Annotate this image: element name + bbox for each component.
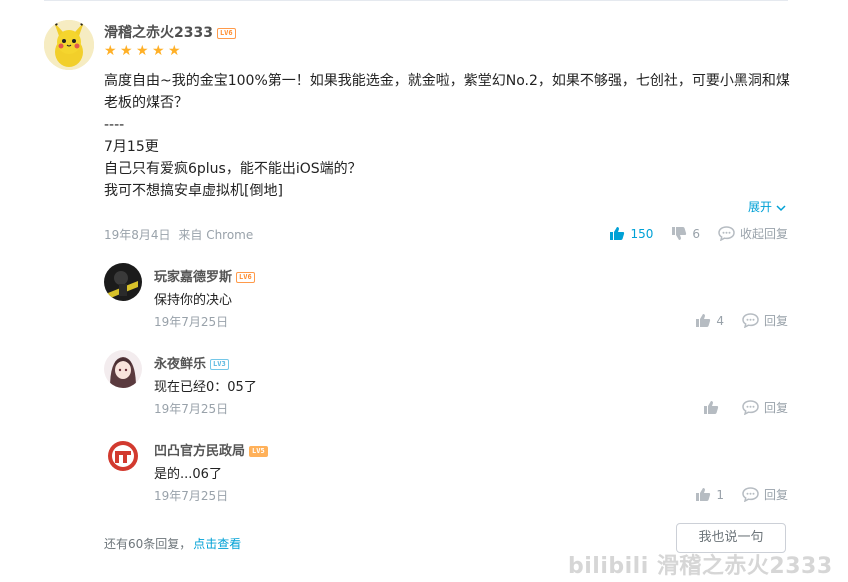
expand-link[interactable]: 展开 (748, 198, 786, 215)
thumb-up-icon (696, 314, 711, 327)
collapse-reply-label[interactable]: 收起回复 (740, 225, 788, 242)
like-button[interactable]: 1 (695, 487, 724, 502)
like-button[interactable] (703, 400, 724, 415)
top-divider (44, 0, 788, 1)
level-badge: LV5 (249, 446, 268, 457)
rating-stars: ★ ★ ★ ★ ★ (104, 44, 182, 58)
reply-label[interactable]: 回复 (764, 486, 788, 503)
content-line: 7月15更 (104, 139, 159, 155)
comment-source: 来自 Chrome (178, 228, 254, 242)
thumb-up-icon (610, 227, 625, 240)
content-line: 自己只有爱疯6plus，能不能出iOS端的？ (104, 161, 362, 177)
main-username[interactable]: 滑稽之赤火2333 LV6 (104, 22, 236, 42)
reply-username[interactable]: 玩家嘉德罗斯 LV6 (154, 266, 255, 285)
reply-label[interactable]: 回复 (764, 399, 788, 416)
thumb-up-icon (703, 401, 719, 414)
level-badge: LV6 (216, 27, 236, 39)
more-replies-text: 还有60条回复， (104, 537, 192, 551)
comment-bubble-icon (742, 313, 759, 328)
reply-avatar[interactable] (104, 437, 142, 475)
main-comment-actions: 150 6 收起回复 (591, 225, 788, 242)
collapse-reply-button[interactable]: 收起回复 (718, 225, 788, 242)
comment-bubble-icon (718, 226, 735, 241)
thumb-up-icon (696, 488, 711, 501)
reply-avatar[interactable] (104, 350, 142, 388)
reply-button[interactable]: 回复 (742, 486, 788, 503)
star-icon: ★ (136, 43, 149, 59)
like-count: 4 (716, 313, 724, 328)
reply-label[interactable]: 回复 (764, 312, 788, 329)
reply-username[interactable]: 永夜鲜乐 LV3 (154, 353, 229, 372)
level-badge: LV3 (210, 359, 229, 370)
main-comment-meta: 19年8月4日 来自 Chrome (104, 226, 253, 243)
reply-username-text[interactable]: 玩家嘉德罗斯 (154, 270, 232, 285)
comment-bubble-icon (742, 487, 759, 502)
reply-date: 19年7月25日 (154, 402, 229, 416)
main-user-avatar[interactable] (44, 20, 94, 70)
reply-text: 现在已经0：05了 (154, 380, 257, 395)
chevron-down-icon (776, 200, 786, 214)
reply-button[interactable]: 回复 (742, 399, 788, 416)
star-icon: ★ (152, 43, 165, 59)
reply-avatar[interactable] (104, 263, 142, 301)
expand-label[interactable]: 展开 (748, 200, 772, 214)
star-icon: ★ (104, 43, 117, 59)
dislike-count: 6 (692, 226, 700, 241)
reply-actions: 1 回复 (677, 486, 788, 503)
reply-date: 19年7月25日 (154, 489, 229, 503)
reply-actions: 4 回复 (677, 312, 788, 329)
like-count: 1 (716, 487, 724, 502)
view-more-link[interactable]: 点击查看 (193, 537, 241, 551)
main-username-text[interactable]: 滑稽之赤火2333 (104, 25, 213, 41)
reply-text: 是的...06了 (154, 467, 222, 482)
reply-username-text[interactable]: 永夜鲜乐 (154, 357, 206, 372)
thumb-down-icon (672, 227, 687, 240)
reply-text: 保持你的决心 (154, 293, 233, 308)
more-replies: 还有60条回复， 点击查看 (104, 535, 241, 552)
reply-username[interactable]: 凹凸官方民政局 LV5 (154, 440, 268, 459)
content-line: 高度自由~我的金宝100%第一！如果我能选金，就金啦，紫堂幻No.2，如果不够强… (104, 73, 790, 89)
content-line: 老板的煤否？ (104, 95, 188, 111)
main-comment-content: 高度自由~我的金宝100%第一！如果我能选金，就金啦，紫堂幻No.2，如果不够强… (104, 70, 794, 202)
reply-username-text[interactable]: 凹凸官方民政局 (154, 444, 245, 459)
comment-date: 19年8月4日 (104, 228, 171, 242)
star-icon: ★ (120, 43, 133, 59)
like-button[interactable]: 4 (695, 313, 724, 328)
reply-button[interactable]: 回复 (742, 312, 788, 329)
content-line: ---- (104, 117, 125, 133)
bilibili-watermark: bilibili 滑稽之赤火2333 (568, 554, 833, 579)
like-count: 150 (630, 226, 654, 241)
reply-actions: 回复 (685, 399, 788, 416)
comment-thread: 滑稽之赤火2333 LV6 ★ ★ ★ ★ ★ 高度自由~我的金宝100%第一！如… (0, 0, 848, 582)
star-icon: ★ (168, 43, 181, 59)
like-button[interactable]: 150 (609, 226, 653, 241)
content-line: 我可不想搞安卓虚拟机[倒地] (104, 183, 283, 199)
level-badge: LV6 (236, 272, 255, 283)
dislike-button[interactable]: 6 (671, 226, 700, 241)
reply-date: 19年7月25日 (154, 315, 229, 329)
comment-bubble-icon (742, 400, 759, 415)
